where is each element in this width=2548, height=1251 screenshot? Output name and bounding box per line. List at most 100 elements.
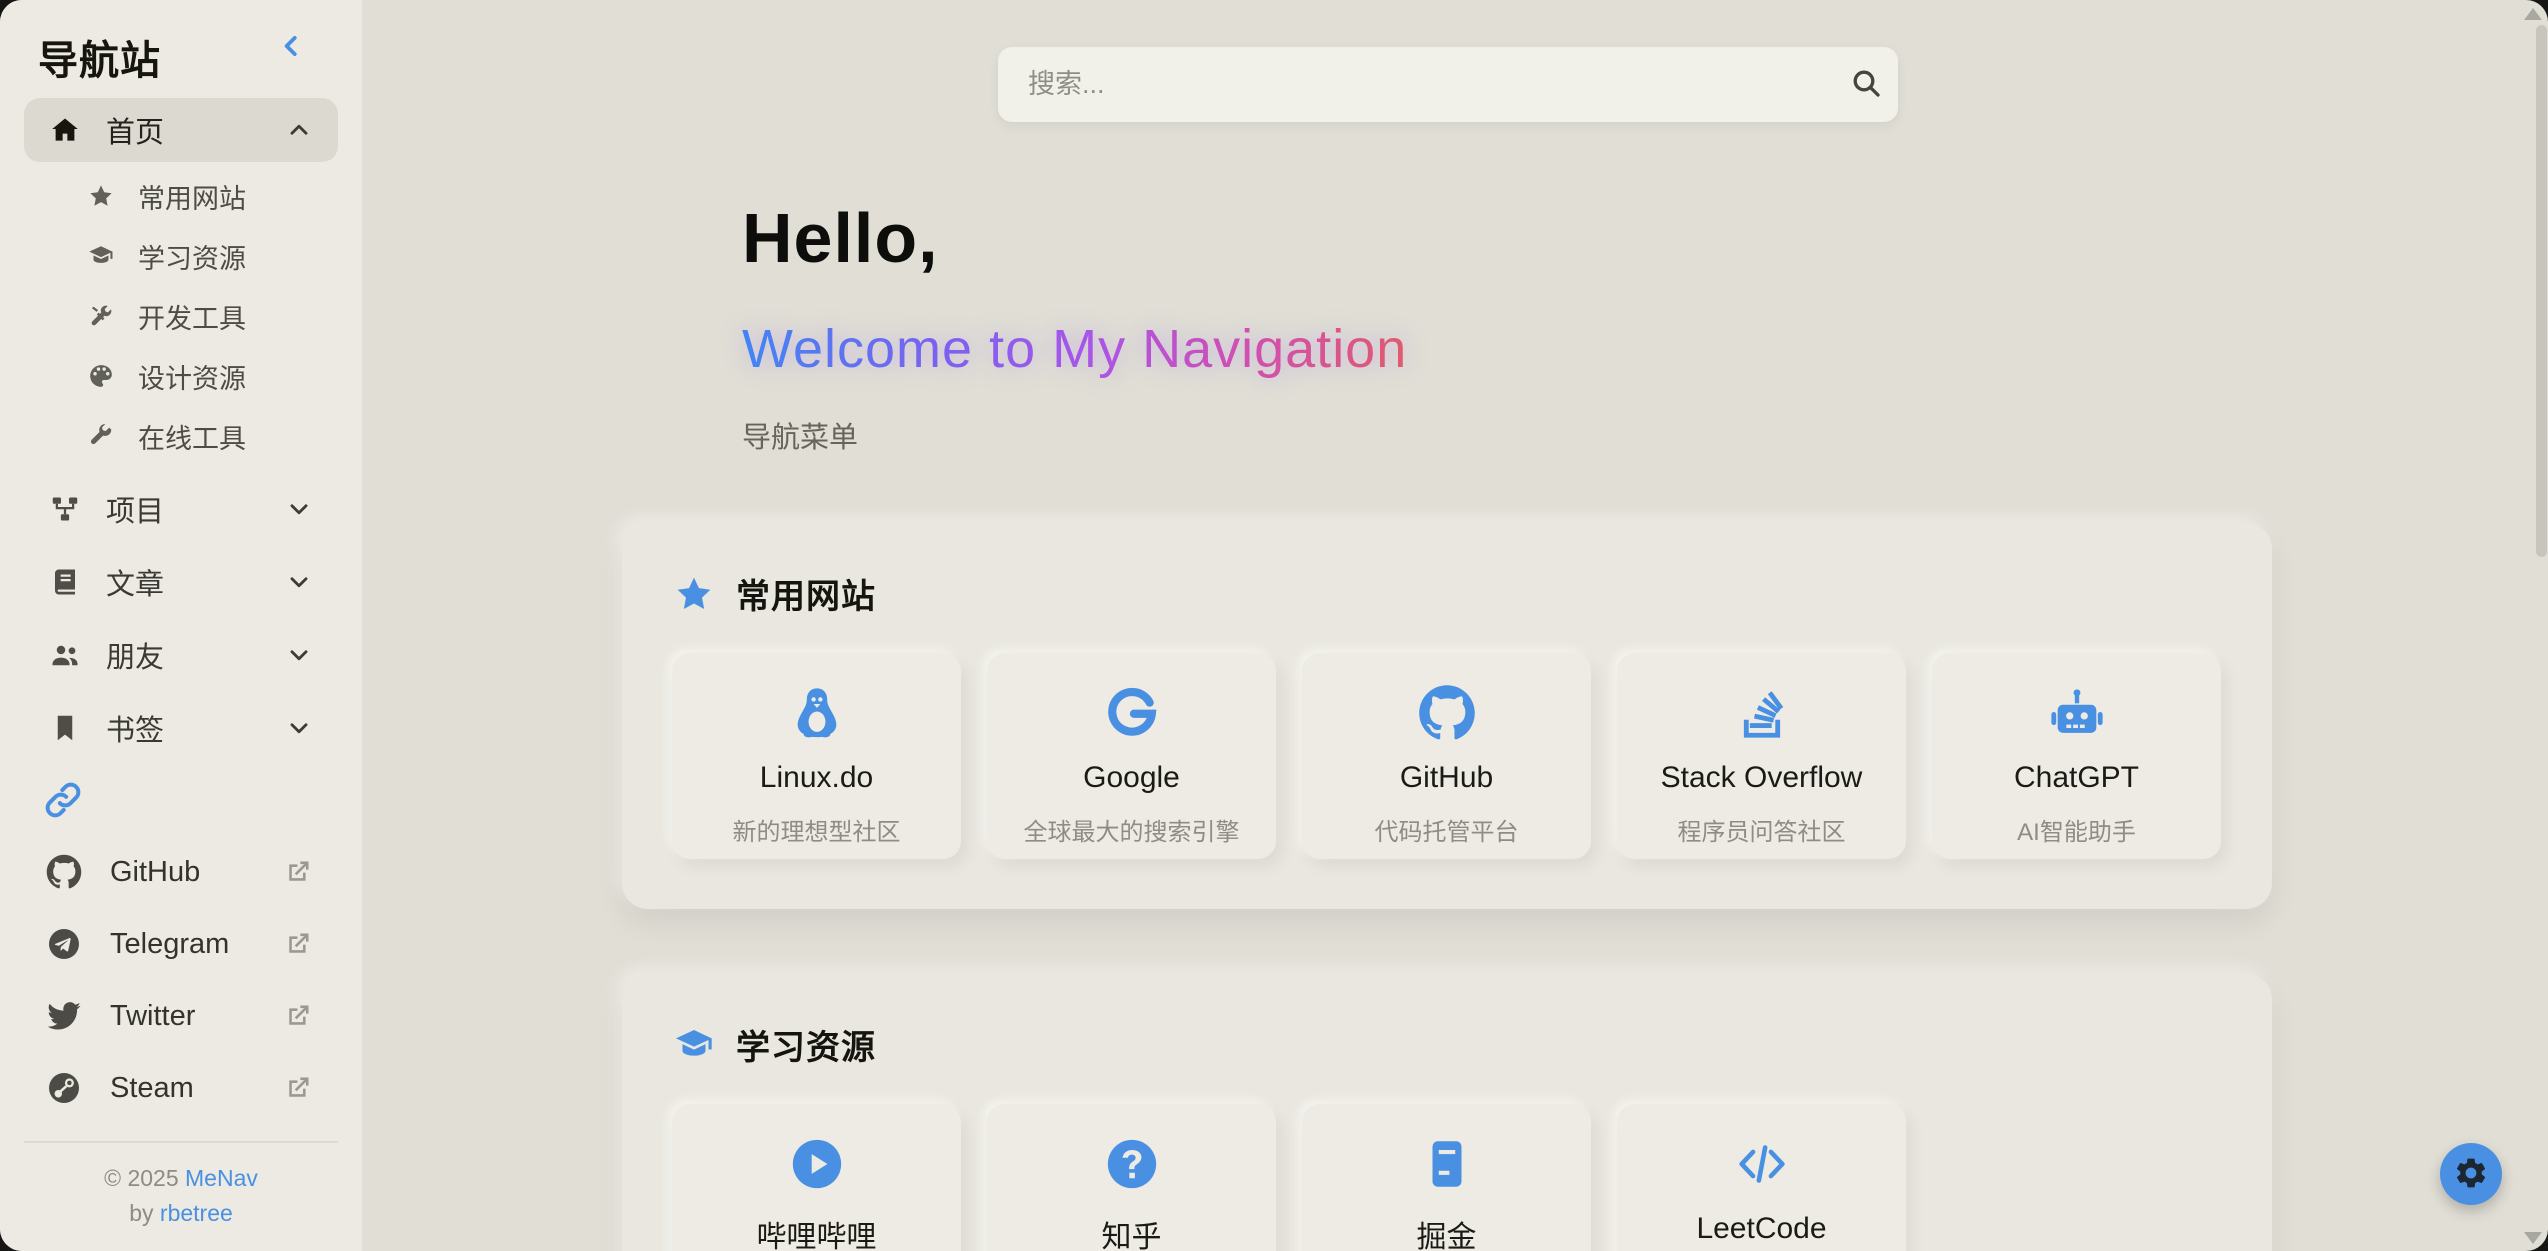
- external-link-icon: [284, 858, 312, 886]
- steam-icon: [46, 1070, 82, 1106]
- search-input[interactable]: [998, 47, 1834, 122]
- menav-link[interactable]: MeNav: [185, 1165, 258, 1191]
- site-card-chatgpt[interactable]: ChatGPT AI智能助手: [1932, 653, 2221, 859]
- card-title: Linux.do: [760, 761, 873, 795]
- github-icon: [1418, 681, 1476, 745]
- external-link-icon: [284, 1074, 312, 1102]
- sidebar-link-telegram[interactable]: Telegram: [24, 908, 338, 980]
- section-header: 常用网站: [674, 569, 876, 618]
- sidebar-item-home[interactable]: 首页: [24, 98, 338, 162]
- card-title: 知乎: [1102, 1212, 1162, 1251]
- book-icon: [50, 567, 80, 597]
- section-title: 学习资源: [736, 1020, 876, 1069]
- journal-icon: [1418, 1132, 1476, 1196]
- code-brackets-icon: [1733, 1132, 1791, 1196]
- scrollbar-down-arrow[interactable]: [2524, 1232, 2542, 1244]
- site-card-juejin[interactable]: 掘金: [1302, 1104, 1591, 1251]
- sidebar-item-common-sites[interactable]: 常用网站: [24, 166, 338, 226]
- google-g-icon: [1103, 681, 1161, 745]
- site-card-github[interactable]: GitHub 代码托管平台: [1302, 653, 1591, 859]
- link-icon: [42, 779, 84, 821]
- chevron-down-icon: [286, 642, 312, 668]
- card-desc: 全球最大的搜索引擎: [1024, 812, 1240, 847]
- section-common-sites: 常用网站 Linux.do 新的理想型社区 Google 全球最大的搜索引擎: [622, 523, 2272, 909]
- hero: Hello, Welcome to My Navigation 导航菜单: [742, 198, 1407, 456]
- hero-subtitle: 导航菜单: [742, 414, 1407, 456]
- card-desc: 代码托管平台: [1375, 812, 1519, 847]
- sidebar-item-label: 朋友: [106, 634, 164, 676]
- sidebar-subitem-label: 设计资源: [138, 357, 246, 396]
- chevron-left-icon: [276, 49, 306, 64]
- sidebar-subnav: 常用网站 学习资源 开发工具 设计资源: [24, 166, 338, 466]
- graduation-cap-icon: [88, 243, 114, 269]
- section-learning: 学习资源 哔哩哔哩 知乎 掘金: [622, 974, 2272, 1251]
- github-icon: [46, 854, 82, 890]
- sidebar-link-twitter[interactable]: Twitter: [24, 980, 338, 1052]
- site-card-google[interactable]: Google 全球最大的搜索引擎: [987, 653, 1276, 859]
- site-card-bilibili[interactable]: 哔哩哔哩: [672, 1104, 961, 1251]
- search-button[interactable]: [1834, 47, 1898, 122]
- author-link[interactable]: rbetree: [160, 1200, 233, 1226]
- sidebar-item-label: 项目: [106, 488, 164, 530]
- sidebar-item-learning[interactable]: 学习资源: [24, 226, 338, 286]
- stack-overflow-icon: [1733, 681, 1791, 745]
- sidebar-item-projects[interactable]: 项目: [24, 472, 338, 545]
- sidebar-subitem-label: 常用网站: [138, 177, 246, 216]
- sidebar-subitem-label: 在线工具: [138, 417, 246, 456]
- sidebar-footer: © 2025 MeNav by rbetree: [24, 1141, 338, 1251]
- wrench-icon: [88, 423, 114, 449]
- social-link-label: GitHub: [110, 856, 200, 889]
- card-grid: 哔哩哔哩 知乎 掘金 LeetCode: [672, 1104, 1906, 1251]
- search-icon: [1850, 67, 1882, 102]
- home-icon: [50, 115, 80, 145]
- star-icon: [674, 574, 714, 614]
- sidebar-collapse-button[interactable]: [274, 30, 308, 64]
- sidebar-item-articles[interactable]: 文章: [24, 545, 338, 618]
- site-card-leetcode[interactable]: LeetCode: [1617, 1104, 1906, 1251]
- section-title: 常用网站: [736, 569, 876, 618]
- project-diagram-icon: [50, 494, 80, 524]
- sidebar-header: 导航站: [38, 28, 324, 80]
- chevron-down-icon: [286, 496, 312, 522]
- card-title: 掘金: [1417, 1212, 1477, 1251]
- copyright-text: © 2025: [104, 1165, 179, 1191]
- app-window: 导航站 首页 常用网站: [0, 0, 2548, 1251]
- play-circle-icon: [788, 1132, 846, 1196]
- card-title: GitHub: [1400, 761, 1493, 795]
- sidebar-item-label: 文章: [106, 561, 164, 603]
- telegram-icon: [46, 926, 82, 962]
- social-link-label: Twitter: [110, 1000, 195, 1033]
- scrollbar-thumb[interactable]: [2536, 25, 2547, 557]
- sidebar-link-github[interactable]: GitHub: [24, 836, 338, 908]
- card-desc: 程序员问答社区: [1678, 812, 1846, 847]
- sidebar-item-dev-tools[interactable]: 开发工具: [24, 286, 338, 346]
- social-link-label: Steam: [110, 1072, 194, 1105]
- graduation-cap-icon: [674, 1025, 714, 1065]
- sidebar-item-online-tools[interactable]: 在线工具: [24, 406, 338, 466]
- external-link-icon: [284, 930, 312, 958]
- hero-welcome: Welcome to My Navigation: [742, 318, 1407, 380]
- site-card-stackoverflow[interactable]: Stack Overflow 程序员问答社区: [1617, 653, 1906, 859]
- palette-icon: [88, 363, 114, 389]
- search-bar: [998, 47, 1898, 122]
- card-title: Stack Overflow: [1661, 761, 1863, 795]
- users-icon: [50, 640, 80, 670]
- sidebar: 导航站 首页 常用网站: [0, 0, 362, 1251]
- settings-fab[interactable]: [2440, 1143, 2502, 1205]
- scrollbar-up-arrow[interactable]: [2524, 8, 2542, 20]
- hero-greeting: Hello,: [742, 198, 1407, 278]
- sidebar-item-design[interactable]: 设计资源: [24, 346, 338, 406]
- card-desc: 新的理想型社区: [733, 812, 901, 847]
- site-card-linuxdo[interactable]: Linux.do 新的理想型社区: [672, 653, 961, 859]
- card-title: LeetCode: [1696, 1212, 1826, 1246]
- card-title: 哔哩哔哩: [757, 1212, 877, 1251]
- sidebar-links-divider: [24, 764, 338, 836]
- bookmark-icon: [50, 713, 80, 743]
- card-title: ChatGPT: [2014, 761, 2139, 795]
- site-card-zhihu[interactable]: 知乎: [987, 1104, 1276, 1251]
- sidebar-item-bookmarks[interactable]: 书签: [24, 691, 338, 764]
- sidebar-link-steam[interactable]: Steam: [24, 1052, 338, 1124]
- sidebar-item-friends[interactable]: 朋友: [24, 618, 338, 691]
- section-header: 学习资源: [674, 1020, 876, 1069]
- by-text: by: [129, 1200, 153, 1226]
